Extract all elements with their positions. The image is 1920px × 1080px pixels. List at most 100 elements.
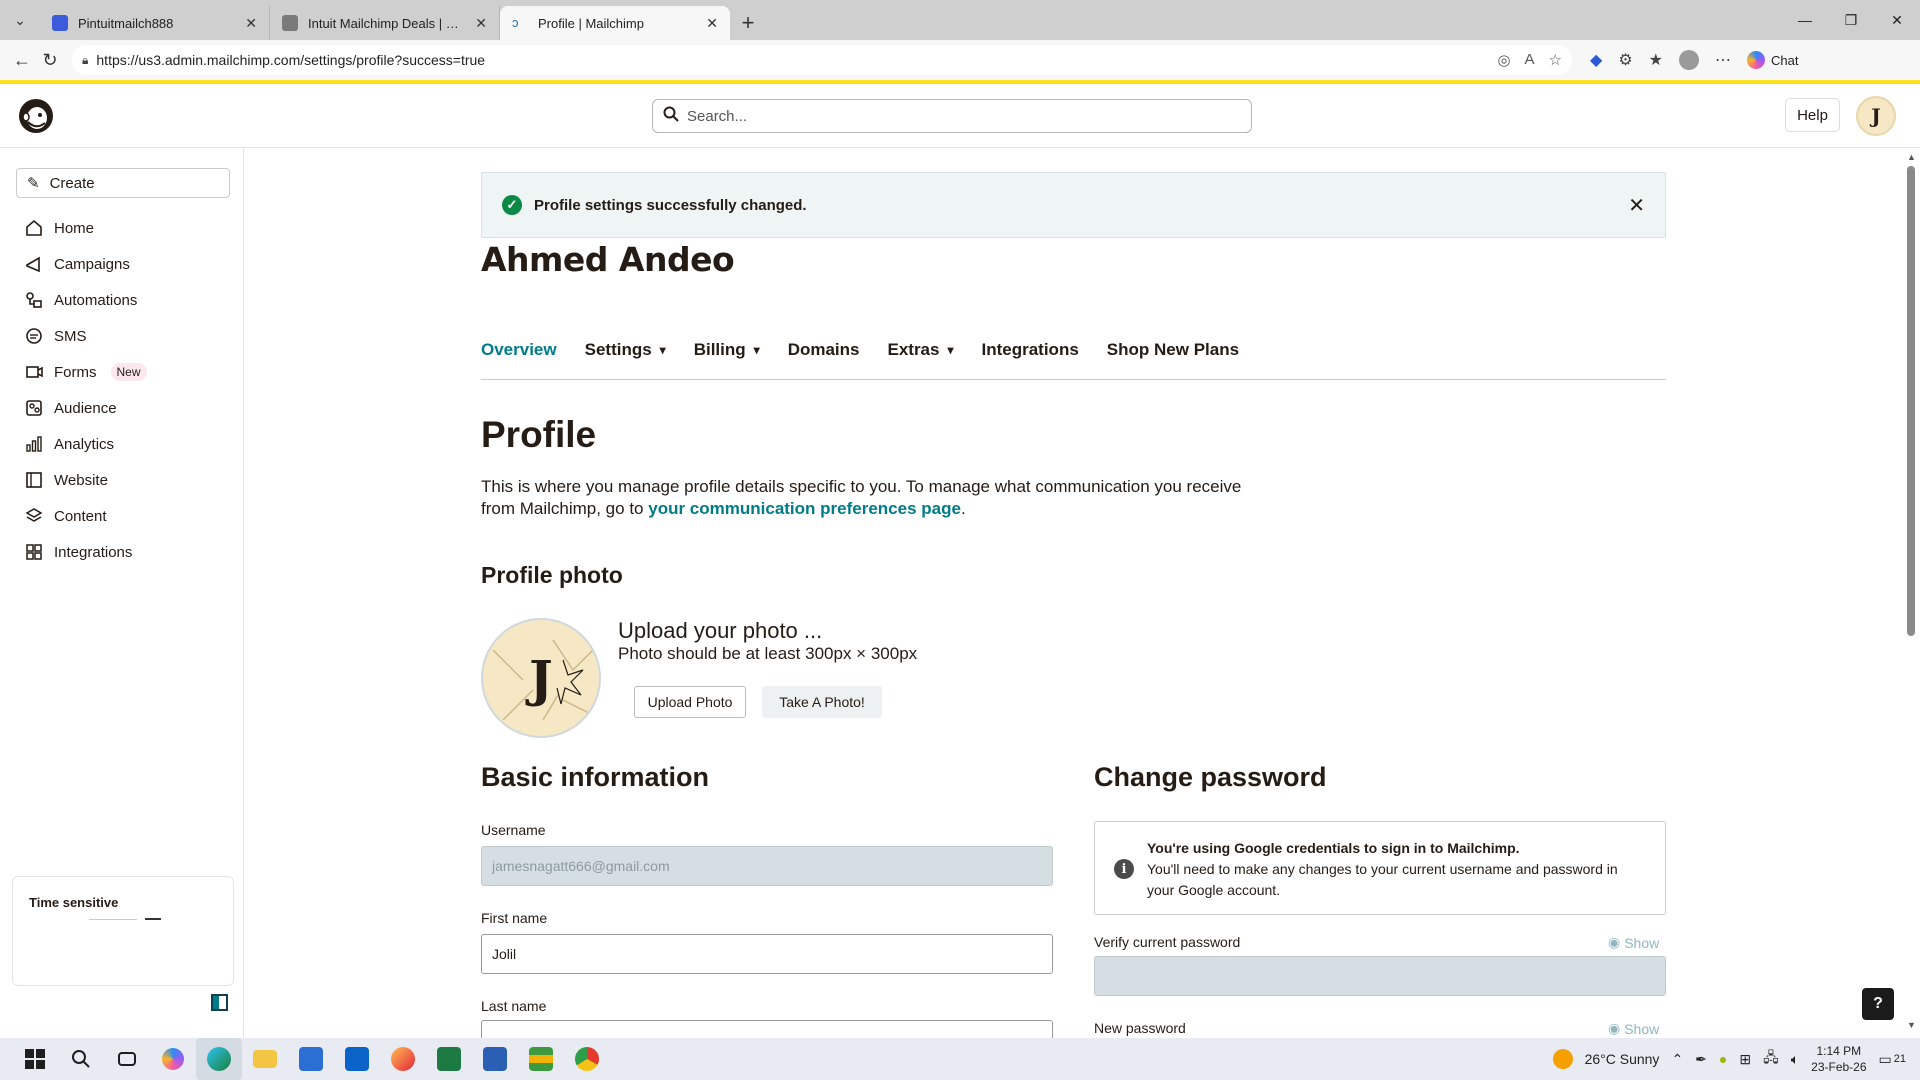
location-icon[interactable]: ◎ [1497,51,1510,69]
close-tab-icon[interactable]: ✕ [245,15,257,32]
tab-integrations[interactable]: Integrations [982,340,1079,379]
weather-text[interactable]: 26°C Sunny [1585,1051,1660,1067]
eye-icon: ◉ [1608,934,1621,950]
tray-chevron-up-icon[interactable]: ⌃ [1671,1051,1683,1068]
restore-icon[interactable]: ❐ [1828,0,1874,40]
chat-button[interactable]: Chat [1747,51,1798,69]
time-sensitive-card[interactable]: Time sensitive [12,876,234,986]
weather-sun-icon [1552,1049,1573,1069]
excel-icon[interactable] [426,1038,472,1080]
app-layers-icon[interactable] [518,1038,564,1080]
tab-overview[interactable]: Overview [481,340,557,379]
tab-billing[interactable]: Billing ▾ [694,340,760,379]
loading-icon[interactable]: ↻ [36,46,64,74]
mailchimp-logo-icon[interactable] [16,96,56,136]
tab-settings[interactable]: Settings ▾ [585,340,666,379]
scrollbar-thumb[interactable] [1907,166,1915,636]
sidebar-item-sms[interactable]: SMS [24,318,147,354]
extensions-icon[interactable]: ⚙ [1618,50,1632,70]
search-input[interactable]: Search... [652,99,1252,133]
forms-icon [24,362,44,382]
notifications-icon[interactable]: ▭ 21 [1879,1051,1906,1068]
sidebar-item-label: Analytics [54,435,115,453]
taskbar-search-icon[interactable] [58,1038,104,1080]
take-photo-button[interactable]: Take A Photo! [762,686,882,718]
google-credentials-notice: i You're using Google credentials to sig… [1094,821,1666,915]
network-icon[interactable]: 🖧︎ [1763,1047,1779,1071]
microsoft-store-icon[interactable] [288,1038,334,1080]
new-password-label: New password [1094,1020,1186,1036]
help-question-button[interactable]: ? [1862,988,1894,1020]
firefox-icon[interactable] [380,1038,426,1080]
favorites-icon[interactable]: ★ [1649,50,1663,70]
first-name-field[interactable]: Jolil [481,934,1053,974]
chrome-icon[interactable] [564,1038,610,1080]
back-icon[interactable]: ← [8,46,36,74]
sidebar-item-forms[interactable]: Forms New [24,354,147,390]
windows-start-icon[interactable] [12,1038,58,1080]
account-avatar[interactable]: J [1856,96,1896,136]
sidebar-item-campaigns[interactable]: Campaigns [24,246,147,282]
communication-preferences-link[interactable]: your communication preferences page [648,499,961,518]
site-info-icon[interactable]: 🔒︎ [82,53,88,68]
close-banner-icon[interactable]: ✕ [1628,193,1645,218]
copilot-taskbar-icon[interactable] [150,1038,196,1080]
collapse-sidebar-icon[interactable] [211,994,228,1011]
tab-label: Settings [584,340,652,359]
new-tab-button[interactable]: + [730,6,766,40]
tab-shop-new-plans[interactable]: Shop New Plans [1107,340,1239,379]
show-verify-password-toggle[interactable]: ◉ Show [1608,934,1659,951]
minimize-icon[interactable]: — [1782,0,1828,40]
sidebar-item-label: Content [54,507,107,525]
sidebar-item-audience[interactable]: Audience [24,390,147,426]
app-tray-icon[interactable]: ● [1719,1051,1727,1067]
task-view-icon[interactable] [104,1038,150,1080]
file-explorer-icon[interactable] [242,1038,288,1080]
url-text: https://us3.admin.mailchimp.com/settings… [96,52,486,68]
sidebar-item-label: SMS [54,327,87,345]
page-scrollbar[interactable]: ▲ ▼ [1902,148,1920,1038]
scroll-down-icon[interactable]: ▼ [1907,1020,1916,1030]
favorite-star-icon[interactable]: ☆ [1549,51,1562,69]
sidebar-item-home[interactable]: Home [24,210,147,246]
show-label: Show [1624,934,1660,951]
browser-tab[interactable]: Intuit Mailchimp Deals | Free Trial ✕ [270,6,500,40]
tab-label: Extras [887,340,940,359]
close-tab-icon[interactable]: ✕ [475,15,487,32]
browser-tab-active[interactable]: ↄ Profile | Mailchimp ✕ [500,6,730,40]
tab-extras[interactable]: Extras ▾ [887,340,953,379]
read-aloud-icon[interactable]: A [1525,51,1535,69]
tab-list-dropdown-button[interactable]: ⌄ [0,0,40,40]
sidebar-item-website[interactable]: Website [24,462,147,498]
sidebar-item-automations[interactable]: Automations [24,282,147,318]
app-header: Search... Help J [0,84,1920,148]
upload-photo-button[interactable]: Upload Photo [634,686,746,718]
tab-domains[interactable]: Domains [788,340,860,379]
volume-icon[interactable]: 🔈︎ [1791,1051,1799,1068]
last-name-field[interactable] [481,1020,1053,1038]
clock-time: 1:14 PM [1816,1044,1862,1058]
copilot-extension-icon[interactable]: ◆ [1590,50,1602,70]
browser-tab[interactable]: Pintuitmailch888 ✕ [40,6,270,40]
more-menu-icon[interactable]: ⋯ [1715,50,1731,70]
scroll-up-icon[interactable]: ▲ [1907,152,1916,162]
sidebar-item-label: Integrations [54,543,133,561]
sidebar-item-analytics[interactable]: Analytics [24,426,147,462]
sidebar-item-content[interactable]: Content [24,498,147,534]
close-tab-icon[interactable]: ✕ [706,15,718,32]
create-button[interactable]: ✎ Create [16,168,230,198]
pen-icon[interactable]: ✒ [1695,1051,1707,1068]
first-name-value: Jolil [492,946,517,962]
clock[interactable]: 1:14 PM 23-Feb-26 [1811,1043,1866,1075]
verify-password-field [1094,956,1666,996]
word-icon[interactable] [472,1038,518,1080]
outlook-icon[interactable] [334,1038,380,1080]
show-new-password-toggle[interactable]: ◉ Show [1608,1020,1659,1037]
help-button[interactable]: Help [1785,98,1840,132]
url-field[interactable]: 🔒︎ https://us3.admin.mailchimp.com/setti… [72,45,1572,75]
vpn-icon[interactable]: ⊞ [1739,1051,1751,1068]
close-window-icon[interactable]: ✕ [1874,0,1920,40]
profile-icon[interactable] [1679,50,1699,70]
sidebar-item-integrations[interactable]: Integrations [24,534,147,570]
edge-browser-icon[interactable] [196,1038,242,1080]
